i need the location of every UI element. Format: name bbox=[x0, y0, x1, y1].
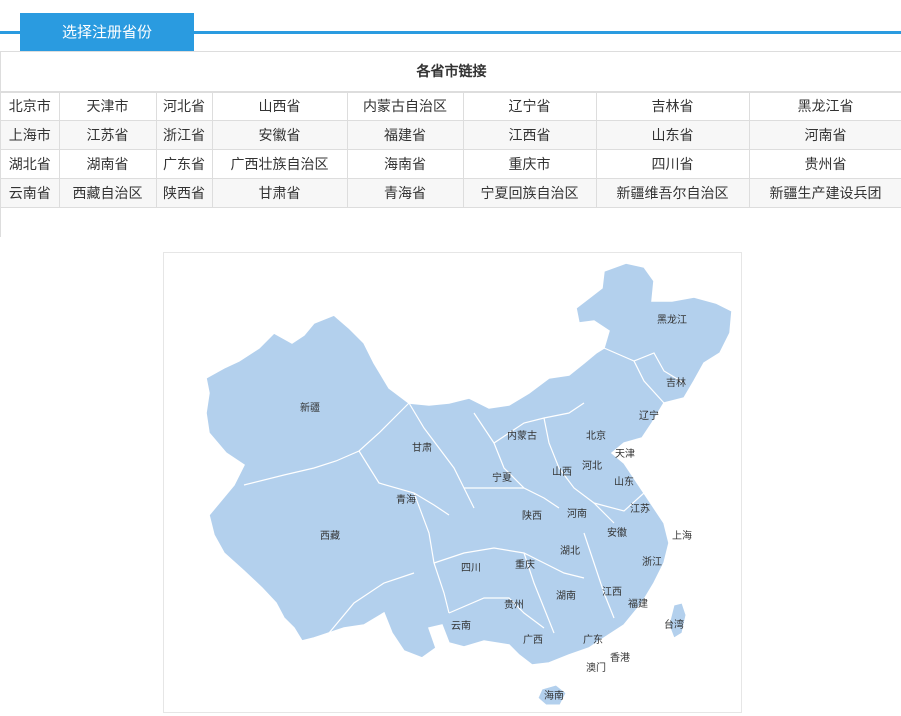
province-link[interactable]: 上海市 bbox=[1, 120, 60, 150]
province-link[interactable]: 山西省 bbox=[211, 91, 348, 121]
map-label-sichuan[interactable]: 四川 bbox=[461, 563, 481, 574]
province-grid: 北京市 天津市 河北省 山西省 内蒙古自治区 辽宁省 吉林省 黑龙江省 上海市 … bbox=[1, 91, 901, 208]
province-link[interactable]: 北京市 bbox=[1, 91, 60, 121]
map-label-taiwan[interactable]: 台湾 bbox=[664, 618, 684, 631]
map-label-neimenggu[interactable]: 内蒙古 bbox=[507, 429, 537, 442]
map-label-jiangsu[interactable]: 江苏 bbox=[630, 502, 650, 515]
province-link[interactable]: 山东省 bbox=[595, 120, 750, 150]
table-row: 湖北省 湖南省 广东省 广西壮族自治区 海南省 重庆市 四川省 贵州省 bbox=[1, 149, 901, 179]
province-link[interactable]: 四川省 bbox=[595, 149, 750, 179]
china-map-svg: 黑龙江 吉林 辽宁 新疆 甘肃 内蒙古 北京 天津 河北 山西 宁夏 山东 青海… bbox=[205, 262, 733, 706]
map-label-gansu[interactable]: 甘肃 bbox=[412, 441, 432, 454]
map-label-henan[interactable]: 河南 bbox=[567, 507, 587, 520]
map-label-shandong[interactable]: 山东 bbox=[614, 475, 634, 488]
map-label-hainan[interactable]: 海南 bbox=[544, 689, 564, 702]
tab-select-province[interactable]: 选择注册省份 bbox=[20, 13, 194, 51]
map-label-aomen[interactable]: 澳门 bbox=[586, 661, 606, 674]
map-label-tianjin[interactable]: 天津 bbox=[615, 448, 635, 460]
province-links-table: 各省市链接 北京市 天津市 河北省 山西省 内蒙古自治区 辽宁省 吉林省 黑龙江… bbox=[0, 51, 901, 237]
province-link[interactable]: 新疆生产建设兵团 bbox=[748, 178, 901, 208]
map-label-anhui[interactable]: 安徽 bbox=[607, 526, 627, 539]
map-label-shaanxi[interactable]: 陕西 bbox=[522, 509, 542, 522]
province-link[interactable]: 海南省 bbox=[346, 149, 464, 179]
province-link[interactable]: 黑龙江省 bbox=[748, 91, 901, 121]
province-link[interactable]: 贵州省 bbox=[748, 149, 901, 179]
table-row: 云南省 西藏自治区 陕西省 甘肃省 青海省 宁夏回族自治区 新疆维吾尔自治区 新… bbox=[1, 178, 901, 208]
map-label-zhejiang[interactable]: 浙江 bbox=[642, 556, 662, 568]
table-title: 各省市链接 bbox=[1, 51, 901, 93]
province-link[interactable]: 湖北省 bbox=[1, 149, 60, 179]
map-label-guangdong[interactable]: 广东 bbox=[583, 633, 603, 646]
map-label-shanghai[interactable]: 上海 bbox=[672, 529, 692, 542]
map-label-hebei[interactable]: 河北 bbox=[582, 460, 602, 472]
map-label-liaoning[interactable]: 辽宁 bbox=[639, 409, 659, 422]
map-label-xianggang[interactable]: 香港 bbox=[610, 652, 630, 664]
map-label-qinghai[interactable]: 青海 bbox=[396, 493, 416, 506]
province-link[interactable]: 安徽省 bbox=[211, 120, 348, 150]
province-link[interactable]: 福建省 bbox=[346, 120, 464, 150]
china-map: 黑龙江 吉林 辽宁 新疆 甘肃 内蒙古 北京 天津 河北 山西 宁夏 山东 青海… bbox=[163, 252, 742, 713]
map-label-beijing[interactable]: 北京 bbox=[586, 429, 606, 442]
table-row: 上海市 江苏省 浙江省 安徽省 福建省 江西省 山东省 河南省 bbox=[1, 120, 901, 150]
table-row: 北京市 天津市 河北省 山西省 内蒙古自治区 辽宁省 吉林省 黑龙江省 bbox=[1, 91, 901, 121]
province-link[interactable]: 江苏省 bbox=[58, 120, 157, 150]
province-link[interactable]: 青海省 bbox=[346, 178, 464, 208]
province-link[interactable]: 新疆维吾尔自治区 bbox=[595, 178, 750, 208]
map-label-xinjiang[interactable]: 新疆 bbox=[300, 401, 320, 414]
map-label-guizhou[interactable]: 贵州 bbox=[504, 598, 524, 611]
province-link[interactable]: 吉林省 bbox=[595, 91, 750, 121]
map-label-chongqing[interactable]: 重庆 bbox=[515, 558, 535, 571]
province-link[interactable]: 内蒙古自治区 bbox=[346, 91, 464, 121]
map-label-jiangxi[interactable]: 江西 bbox=[602, 586, 622, 598]
tab-bar: 选择注册省份 bbox=[0, 0, 901, 51]
province-link[interactable]: 重庆市 bbox=[462, 149, 597, 179]
province-link[interactable]: 辽宁省 bbox=[462, 91, 597, 121]
map-label-xizang[interactable]: 西藏 bbox=[320, 530, 340, 542]
map-label-guangxi[interactable]: 广西 bbox=[523, 634, 543, 646]
province-link[interactable]: 甘肃省 bbox=[211, 178, 348, 208]
province-link[interactable]: 天津市 bbox=[58, 91, 157, 121]
province-link[interactable]: 云南省 bbox=[1, 178, 60, 208]
province-link[interactable]: 广东省 bbox=[155, 149, 213, 179]
province-link[interactable]: 河北省 bbox=[155, 91, 213, 121]
map-label-heilongjiang[interactable]: 黑龙江 bbox=[657, 313, 687, 326]
map-label-fujian[interactable]: 福建 bbox=[628, 597, 648, 610]
province-link[interactable]: 宁夏回族自治区 bbox=[462, 178, 597, 208]
province-link[interactable]: 西藏自治区 bbox=[58, 178, 157, 208]
province-link[interactable]: 广西壮族自治区 bbox=[211, 149, 348, 179]
map-label-hunan[interactable]: 湖南 bbox=[556, 589, 576, 602]
province-link[interactable]: 河南省 bbox=[748, 120, 901, 150]
province-link[interactable]: 浙江省 bbox=[155, 120, 213, 150]
province-link[interactable]: 陕西省 bbox=[155, 178, 213, 208]
province-link[interactable]: 湖南省 bbox=[58, 149, 157, 179]
province-link[interactable]: 江西省 bbox=[462, 120, 597, 150]
map-label-shanxi[interactable]: 山西 bbox=[552, 466, 572, 478]
map-label-ningxia[interactable]: 宁夏 bbox=[492, 471, 512, 484]
map-label-yunnan[interactable]: 云南 bbox=[451, 619, 471, 632]
map-label-jilin[interactable]: 吉林 bbox=[666, 376, 686, 389]
map-label-hubei[interactable]: 湖北 bbox=[560, 545, 580, 557]
